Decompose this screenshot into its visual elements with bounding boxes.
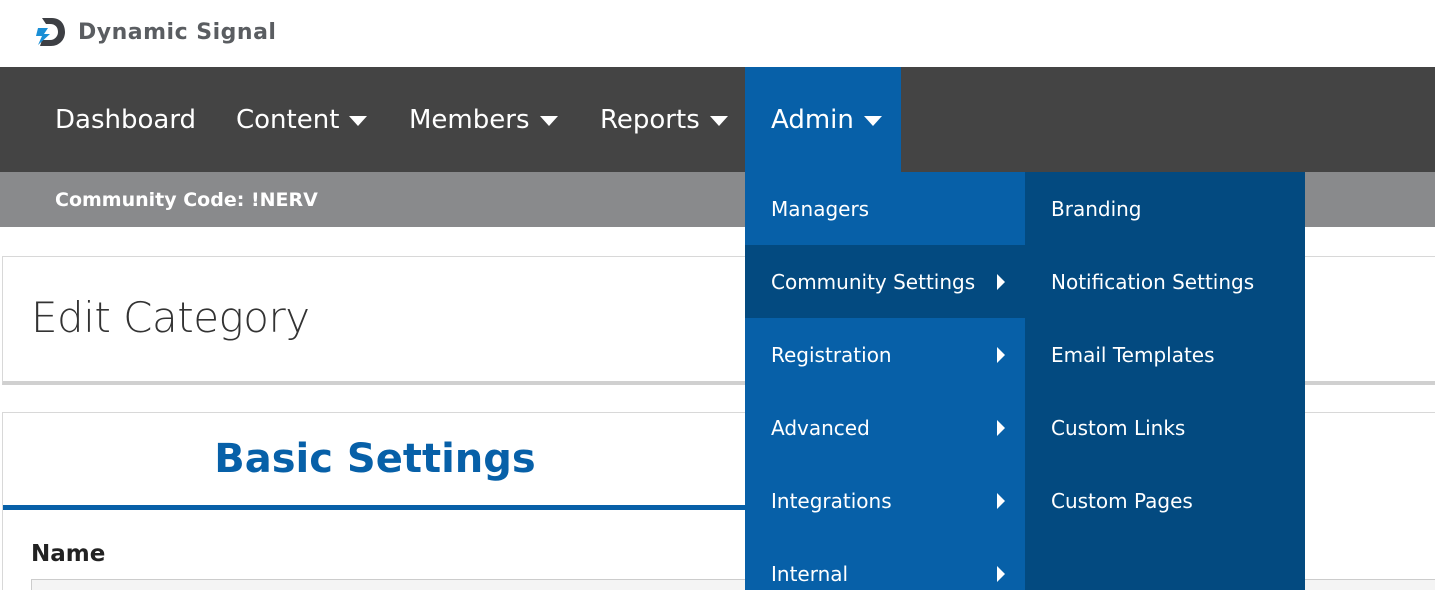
submenu-item-label: Custom Pages — [1051, 488, 1193, 513]
nav-label: Reports — [600, 104, 700, 135]
nav-label: Members — [409, 104, 530, 135]
menu-item-registration[interactable]: Registration — [745, 318, 1025, 391]
menu-item-label: Integrations — [771, 488, 892, 513]
submenu-item-label: Branding — [1051, 196, 1142, 221]
caret-right-icon — [997, 419, 1005, 436]
page-title: Edit Category — [31, 293, 310, 342]
tab-label: Basic Settings — [214, 436, 536, 482]
nav-label: Content — [236, 104, 340, 135]
nav-label: Admin — [771, 104, 854, 135]
logo-bar: Dynamic Signal — [0, 0, 1435, 67]
nav-item-members[interactable]: Members — [409, 67, 558, 172]
menu-item-label: Registration — [771, 342, 892, 367]
menu-item-managers[interactable]: Managers — [745, 172, 1025, 245]
submenu-item-label: Custom Links — [1051, 415, 1186, 440]
caret-down-icon — [709, 116, 728, 126]
main-nav: Dashboard Content Members Reports Admin — [0, 67, 1435, 172]
nav-item-admin[interactable]: Admin — [745, 67, 901, 172]
brand-name: Dynamic Signal — [78, 19, 277, 45]
community-settings-submenu: Branding Notification Settings Email Tem… — [1025, 172, 1305, 590]
submenu-item-label: Notification Settings — [1051, 269, 1255, 294]
submenu-item-notification-settings[interactable]: Notification Settings — [1025, 245, 1305, 318]
submenu-item-email-templates[interactable]: Email Templates — [1025, 318, 1305, 391]
nav-item-content[interactable]: Content — [236, 67, 368, 172]
caret-right-icon — [997, 273, 1005, 290]
nav-item-reports[interactable]: Reports — [600, 67, 728, 172]
admin-dropdown: Managers Community Settings Registration… — [745, 172, 1025, 590]
community-code: Community Code: !NERV — [55, 188, 318, 211]
menu-item-label: Internal — [771, 561, 849, 586]
menu-item-label: Community Settings — [771, 269, 976, 294]
submenu-item-custom-pages[interactable]: Custom Pages — [1025, 464, 1305, 537]
nav-label: Dashboard — [55, 104, 197, 135]
caret-right-icon — [997, 492, 1005, 509]
caret-right-icon — [997, 565, 1005, 582]
caret-down-icon — [863, 116, 882, 126]
menu-item-community-settings[interactable]: Community Settings — [745, 245, 1025, 318]
submenu-item-label: Email Templates — [1051, 342, 1215, 367]
dynamic-signal-logo-icon — [36, 18, 65, 46]
caret-down-icon — [539, 116, 558, 126]
submenu-item-custom-links[interactable]: Custom Links — [1025, 391, 1305, 464]
name-label: Name — [31, 541, 106, 567]
menu-item-label: Managers — [771, 196, 870, 221]
menu-item-integrations[interactable]: Integrations — [745, 464, 1025, 537]
nav-item-dashboard[interactable]: Dashboard — [55, 67, 196, 172]
caret-down-icon — [349, 116, 368, 126]
brand-logo[interactable]: Dynamic Signal — [32, 12, 276, 52]
tab-basic-settings[interactable]: Basic Settings — [3, 413, 747, 510]
menu-item-internal[interactable]: Internal — [745, 537, 1025, 590]
menu-item-advanced[interactable]: Advanced — [745, 391, 1025, 464]
submenu-item-branding[interactable]: Branding — [1025, 172, 1305, 245]
caret-right-icon — [997, 346, 1005, 363]
menu-item-label: Advanced — [771, 415, 870, 440]
